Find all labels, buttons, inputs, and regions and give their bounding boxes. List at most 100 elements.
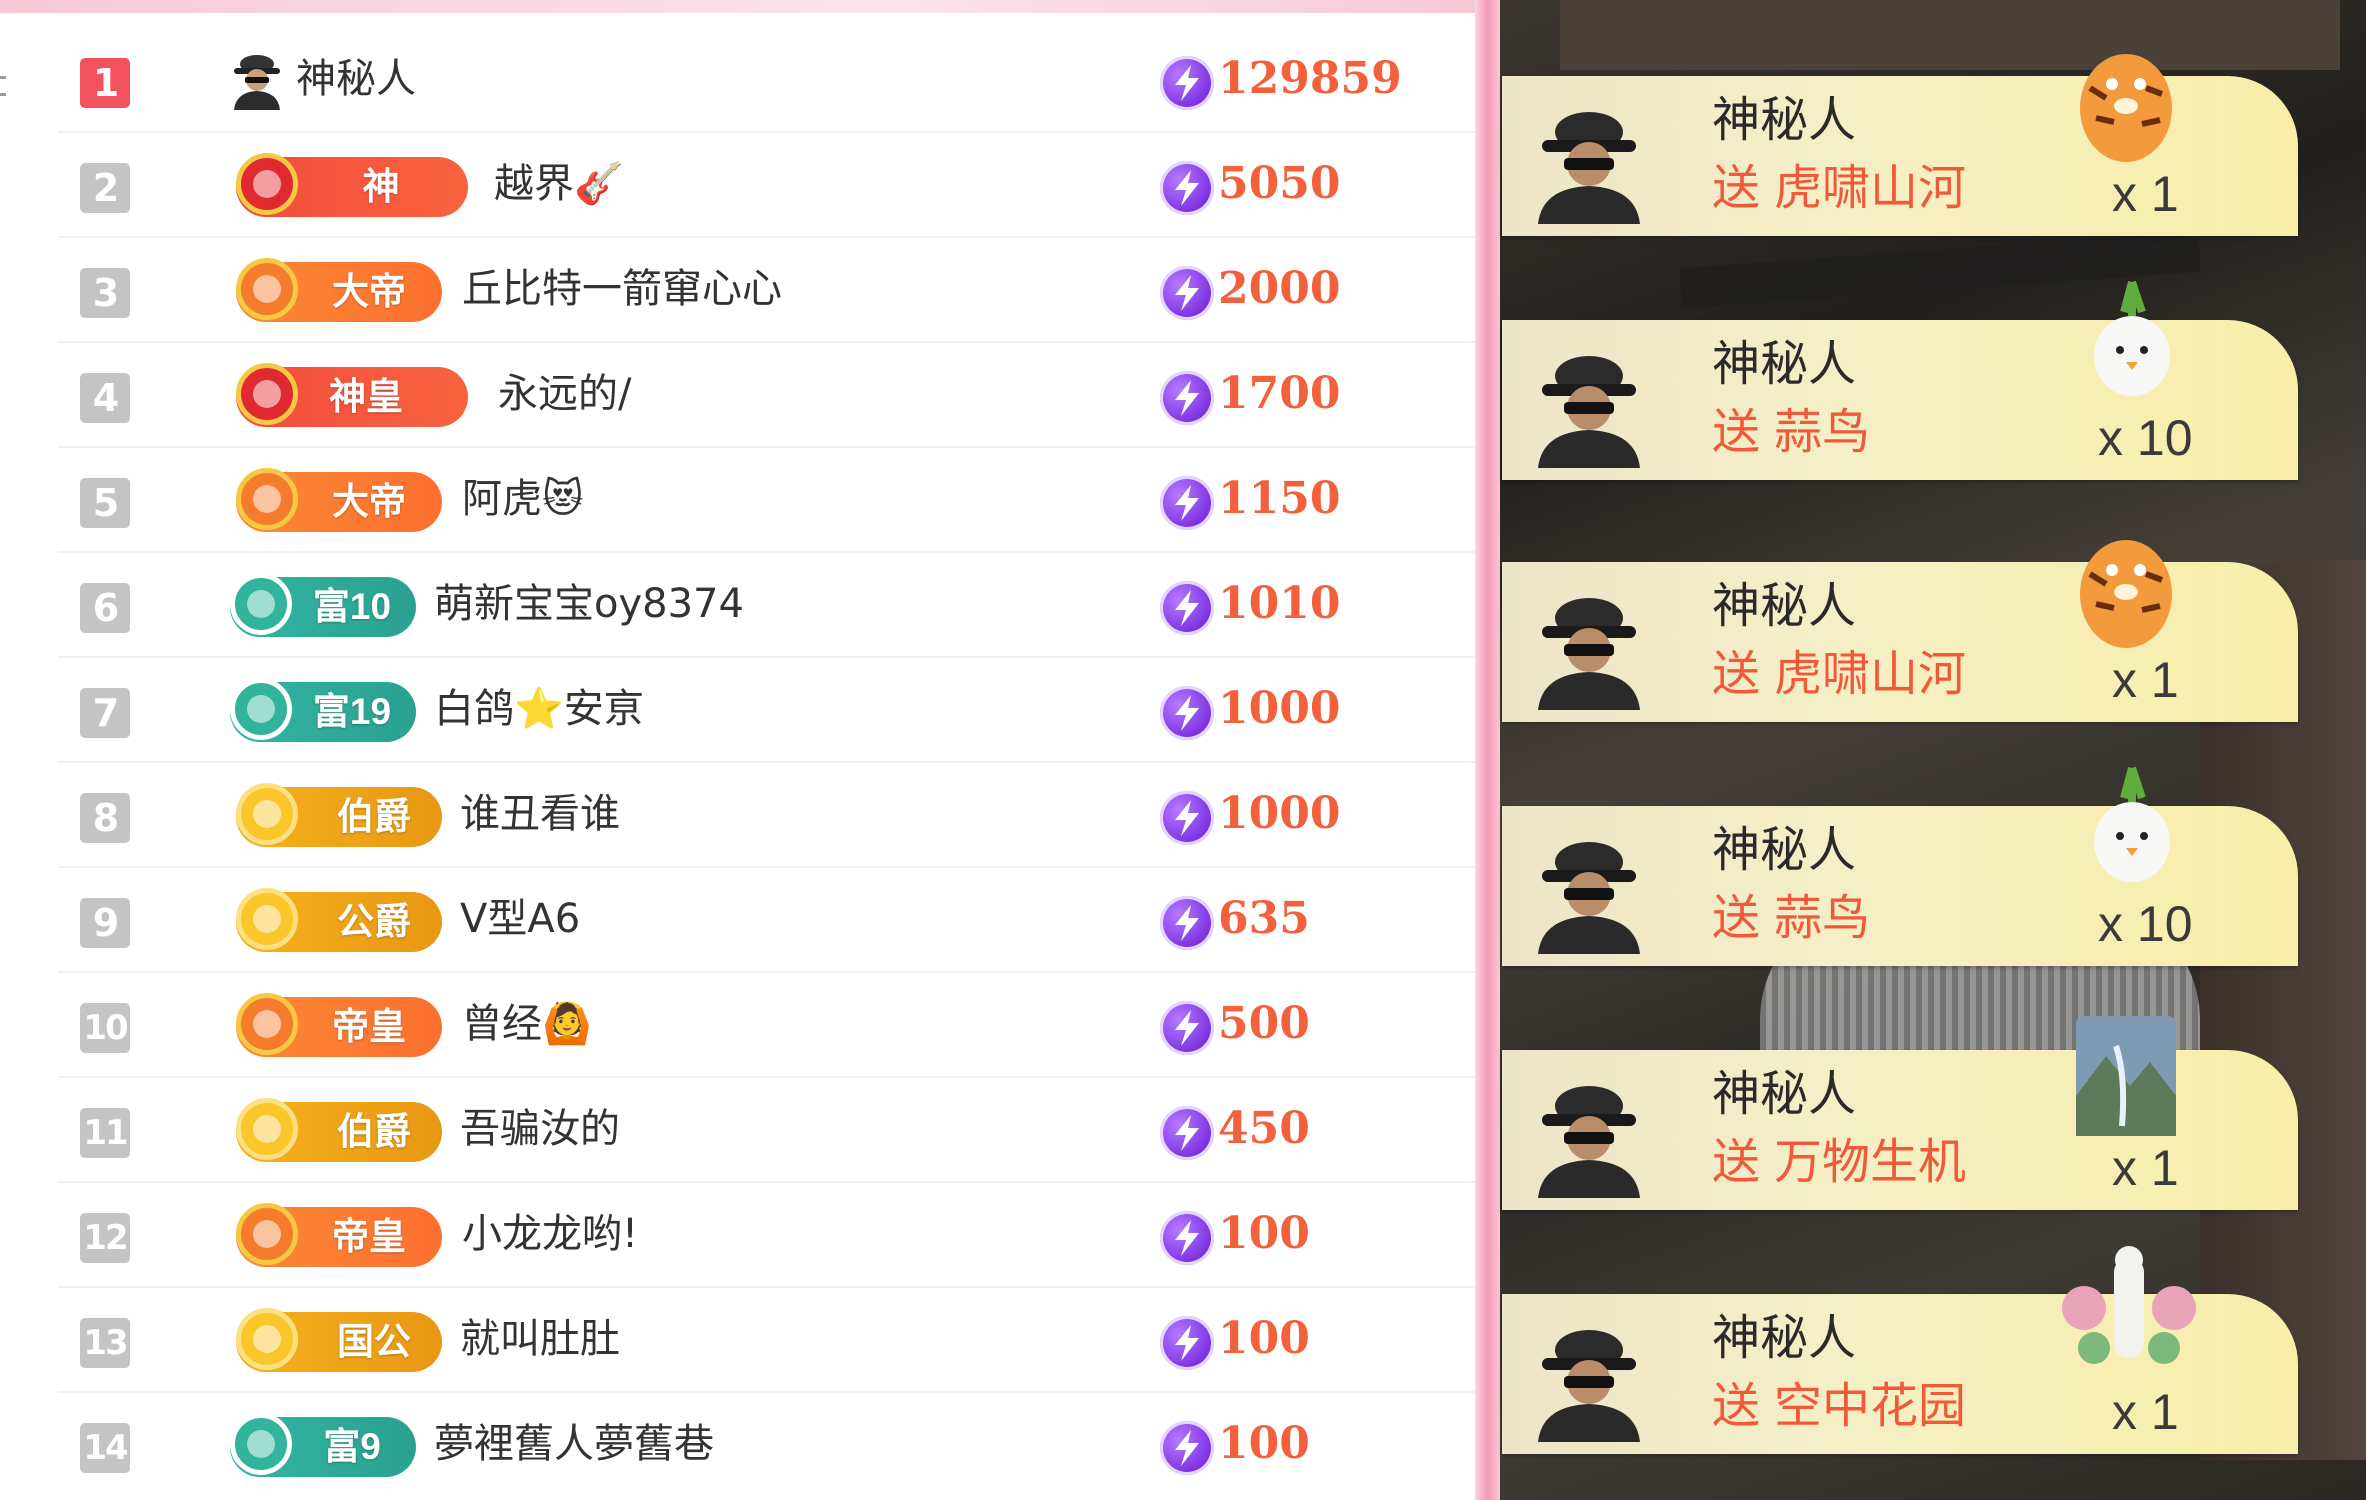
level-badge: 富19 [230, 678, 416, 742]
user-nickname[interactable]: 永远的/ [498, 359, 631, 429]
badge-medal-icon [236, 1098, 298, 1160]
leaderboard-row[interactable]: 8 伯爵 谁丑看谁 1000 [58, 761, 1475, 868]
gift-notification-card[interactable]: 神秘人 送虎啸山河 x 1 [1502, 54, 2298, 236]
gift-name: 空中花园 [1774, 1378, 1967, 1434]
leaderboard-row[interactable]: 9 公爵 V型A6 635 [58, 866, 1475, 973]
badge-label: 伯爵 [337, 796, 411, 837]
user-nickname[interactable]: 白鸽⭐安亰 [434, 674, 644, 744]
send-verb: 送 [1712, 404, 1761, 460]
garlic-bird-gift-icon [2094, 766, 2170, 882]
user-nickname[interactable]: 就叫肚肚 [460, 1304, 620, 1374]
bg-shape [1560, 0, 2340, 70]
gift-notification-card[interactable]: 神秘人 送万物生机 x 1 [1502, 1016, 2298, 1210]
tiger-gift-icon [2080, 54, 2172, 162]
user-nickname[interactable]: 越界🎸 [494, 149, 624, 219]
gift-line: 送万物生机 [1712, 1132, 1966, 1192]
contribution-score: 5050 [1218, 158, 1341, 209]
level-badge: 帝皇 [236, 993, 442, 1057]
rank-number: 10 [80, 1003, 130, 1053]
user-nickname[interactable]: 萌新宝宝oy8374 [434, 569, 744, 639]
sender-name: 神秘人 [1712, 578, 1857, 634]
user-nickname[interactable]: 阿虎😻 [462, 464, 584, 534]
leaderboard-row[interactable]: 3 大帝 丘比特一箭窜心心 2000 [58, 236, 1475, 343]
contribution-score: 1000 [1218, 788, 1341, 839]
leaderboard-row[interactable]: 10 帝皇 曾经🙆 500 [58, 971, 1475, 1078]
sender-name: 神秘人 [1712, 336, 1857, 392]
send-verb: 送 [1712, 1134, 1761, 1190]
badge-medal-icon [236, 783, 298, 845]
user-nickname[interactable]: 吾骗汝的 [460, 1094, 620, 1164]
edge-marker [0, 93, 6, 96]
contribution-score: 500 [1218, 998, 1310, 1049]
gift-name: 虎啸山河 [1774, 160, 1967, 216]
gift-count: x 10 [2098, 410, 2193, 466]
leaderboard-row[interactable]: 11 伯爵 吾骗汝的 450 [58, 1076, 1475, 1183]
contribution-score: 635 [1218, 893, 1310, 944]
leaderboard-row[interactable]: 7 富19 白鸽⭐安亰 1000 [58, 656, 1475, 763]
leaderboard-row[interactable]: 2 神 越界🎸 5050 [58, 131, 1475, 238]
edge-marker [0, 76, 6, 79]
lightning-coin-icon [1160, 686, 1214, 740]
rank-number: 9 [80, 898, 130, 948]
rank-number: 2 [80, 163, 130, 213]
gift-notification-card[interactable]: 神秘人 送空中花园 x 1 [1502, 1246, 2298, 1454]
user-nickname[interactable]: 丘比特一箭窜心心 [462, 254, 782, 324]
leaderboard-panel: 1 神秘人 129859 2 神 越界🎸 5050 3 大帝 丘比特一箭窜心心 … [0, 13, 1475, 1500]
user-nickname[interactable]: 夢裡舊人夢舊巷 [434, 1409, 714, 1479]
leaderboard-row[interactable]: 14 富9 夢裡舊人夢舊巷 100 [58, 1391, 1475, 1496]
badge-label: 富10 [312, 586, 392, 627]
contribution-score: 100 [1218, 1418, 1310, 1469]
send-verb: 送 [1712, 646, 1761, 702]
rank-number: 4 [80, 373, 130, 423]
mystery-avatar-icon [1538, 598, 1640, 710]
sender-name: 神秘人 [1712, 822, 1857, 878]
rank-number: 8 [80, 793, 130, 843]
mystery-avatar-icon [1538, 1330, 1640, 1442]
user-nickname[interactable]: 曾经🙆 [462, 989, 592, 1059]
gift-notification-card[interactable]: 神秘人 送虎啸山河 x 1 [1502, 540, 2298, 722]
mystery-avatar-icon [1538, 842, 1640, 954]
badge-label: 伯爵 [337, 1111, 411, 1152]
lightning-coin-icon [1160, 1106, 1214, 1160]
gift-count: x 1 [2112, 166, 2179, 222]
gift-notification-card[interactable]: 神秘人 送蒜鸟 x 10 [1502, 766, 2298, 966]
leaderboard-row[interactable]: 5 大帝 阿虎😻 1150 [58, 446, 1475, 553]
gift-line: 送蒜鸟 [1712, 402, 1870, 462]
badge-medal-icon [236, 363, 298, 425]
send-verb: 送 [1712, 160, 1761, 216]
leaderboard-row[interactable]: 6 富10 萌新宝宝oy8374 1010 [58, 551, 1475, 658]
gift-count: x 10 [2098, 896, 2193, 952]
badge-label: 国公 [337, 1321, 411, 1362]
contribution-score: 129859 [1218, 53, 1402, 104]
leaderboard-row[interactable]: 12 帝皇 小龙龙哟! 100 [58, 1181, 1475, 1288]
rank-number: 6 [80, 583, 130, 633]
badge-label: 公爵 [337, 901, 411, 942]
mystery-user-icon [230, 50, 284, 110]
gift-count: x 1 [2112, 652, 2179, 708]
leaderboard-row[interactable]: 4 神皇 永远的/ 1700 [58, 341, 1475, 448]
leaderboard-row[interactable]: 1 神秘人 129859 [58, 26, 1475, 133]
lightning-coin-icon [1160, 1211, 1214, 1265]
level-badge: 公爵 [236, 888, 442, 952]
gift-name: 虎啸山河 [1774, 646, 1967, 702]
lightning-coin-icon [1160, 161, 1214, 215]
badge-medal-icon [236, 153, 298, 215]
sender-name: 神秘人 [1712, 1066, 1857, 1122]
rank-number: 7 [80, 688, 130, 738]
badge-label: 帝皇 [332, 1216, 406, 1257]
level-badge: 伯爵 [236, 1098, 442, 1162]
badge-medal-icon [236, 1203, 298, 1265]
user-nickname[interactable]: 小龙龙哟! [462, 1199, 638, 1269]
gift-line: 送蒜鸟 [1712, 888, 1870, 948]
leaderboard-row[interactable]: 13 国公 就叫肚肚 100 [58, 1286, 1475, 1393]
contribution-score: 1700 [1218, 368, 1341, 419]
badge-label: 神皇 [329, 376, 403, 417]
panel-divider [1475, 0, 1500, 1500]
user-nickname[interactable]: 谁丑看谁 [460, 779, 620, 849]
user-nickname[interactable]: 神秘人 [296, 44, 416, 114]
gift-notification-card[interactable]: 神秘人 送蒜鸟 x 10 [1502, 280, 2298, 480]
mystery-avatar-icon [1538, 1086, 1640, 1198]
badge-label: 大帝 [332, 271, 406, 312]
badge-medal-icon [236, 888, 298, 950]
user-nickname[interactable]: V型A6 [460, 884, 580, 954]
